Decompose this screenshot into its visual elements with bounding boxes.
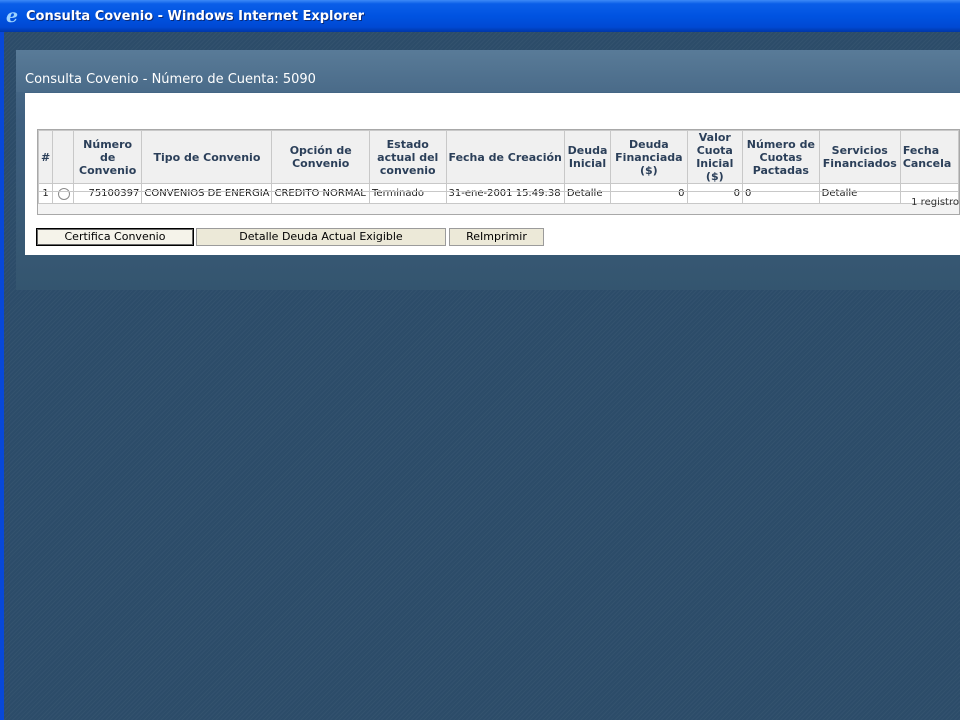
col-header-deuda-inicial[interactable]: Deuda Inicial <box>563 130 612 184</box>
col-header-fecha-cancelacion[interactable]: Fecha Cancela <box>899 130 959 184</box>
col-header-opcion-convenio[interactable]: Opción de Convenio <box>271 130 371 184</box>
col-header-tipo-convenio[interactable]: Tipo de Convenio <box>141 130 273 184</box>
col-header-numero-cuotas[interactable]: Número de Cuotas Pactadas <box>742 130 820 184</box>
cell-deuda-inicial-link[interactable]: Detalle <box>563 183 612 204</box>
col-header-estado[interactable]: Estado actual del convenio <box>369 130 447 184</box>
cell-valor-cuota-inicial: 0 <box>686 183 744 204</box>
row-select-cell[interactable] <box>52 183 74 204</box>
grid-footer-divider <box>38 191 959 192</box>
cell-opcion-convenio: CREDITO NORMAL <box>271 183 371 204</box>
cell-servicios-link[interactable]: Detalle <box>818 183 901 204</box>
cell-numero-convenio: 75100397 <box>72 183 143 204</box>
col-header-valor-cuota[interactable]: Valor Cuota Inicial ($) <box>686 130 744 184</box>
col-header-deuda-financiada[interactable]: Deuda Financiada ($) <box>610 130 688 184</box>
window-titlebar: e Consulta Covenio - Windows Internet Ex… <box>0 0 960 32</box>
content-panel: # Número de Convenio Tipo de Convenio Op… <box>25 93 960 255</box>
col-header-select <box>52 130 74 184</box>
convenios-table: # Número de Convenio Tipo de Convenio Op… <box>38 130 959 204</box>
cell-tipo-convenio: CONVENIOS DE ENERGIA <box>141 183 273 204</box>
col-header-index: # <box>38 130 54 184</box>
col-header-servicios[interactable]: Servicios Financiados <box>818 130 901 184</box>
convenios-grid: # Número de Convenio Tipo de Convenio Op… <box>37 129 960 215</box>
cell-fecha-creacion: 31-ene-2001 15:49:38 <box>445 183 565 204</box>
row-number: 1 <box>38 183 54 204</box>
cell-numero-cuotas: 0 <box>742 183 820 204</box>
page-content: Consulta Covenio - Número de Cuenta: 509… <box>4 32 960 720</box>
cell-deuda-financiada: 0 <box>610 183 688 204</box>
reimprimir-button[interactable]: ReImprimir <box>449 228 544 246</box>
col-header-fecha-creacion[interactable]: Fecha de Creación <box>445 130 565 184</box>
col-header-numero-convenio[interactable]: Número de Convenio <box>72 130 143 184</box>
record-count: 1 registro <box>911 197 959 208</box>
page-title: Consulta Covenio - Número de Cuenta: 509… <box>25 72 316 87</box>
internet-explorer-icon: e <box>6 5 19 27</box>
table-row[interactable]: 1 75100397 CONVENIOS DE ENERGIA CREDITO … <box>38 183 959 204</box>
cell-estado: Terminado <box>369 183 447 204</box>
certifica-convenio-button[interactable]: Certifica Convenio <box>36 228 194 246</box>
detalle-deuda-button[interactable]: Detalle Deuda Actual Exigible <box>196 228 446 246</box>
row-select-radio[interactable] <box>58 187 71 200</box>
window-title: Consulta Covenio - Windows Internet Expl… <box>26 8 365 24</box>
